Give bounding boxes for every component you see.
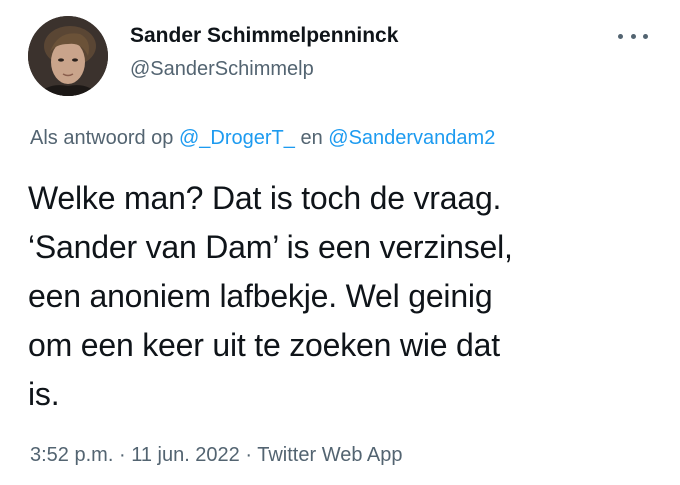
tweet-text-line: een anoniem lafbekje. Wel geinig bbox=[28, 278, 493, 314]
author-name[interactable]: Sander Schimmelpenninck bbox=[130, 24, 398, 48]
reply-conjunction: en bbox=[300, 127, 323, 149]
tweet-date[interactable]: 11 jun. 2022 bbox=[131, 444, 240, 466]
meta-separator: · bbox=[245, 444, 253, 466]
tweet-card: Sander Schimmelpenninck @SanderSchimmelp… bbox=[0, 0, 680, 485]
avatar-photo bbox=[28, 16, 108, 96]
tweet-text-line: Welke man? Dat is toch de vraag. bbox=[28, 180, 502, 216]
more-options-button[interactable] bbox=[618, 26, 648, 46]
author-handle[interactable]: @SanderSchimmelp bbox=[130, 58, 314, 81]
avatar[interactable] bbox=[28, 16, 108, 96]
more-horizontal-icon bbox=[618, 33, 623, 39]
tweet-text-line: ‘Sander van Dam’ is een verzinsel, bbox=[28, 229, 513, 265]
tweet-time[interactable]: 3:52 p.m. bbox=[30, 444, 113, 466]
tweet-text-line: is. bbox=[28, 376, 60, 412]
tweet-source-app[interactable]: Twitter Web App bbox=[257, 444, 402, 466]
mention-link[interactable]: @Sandervandam2 bbox=[328, 127, 495, 149]
more-horizontal-icon bbox=[630, 33, 636, 39]
tweet-text: Welke man? Dat is toch de vraag. ‘Sander… bbox=[28, 174, 658, 419]
tweet-text-line: om een keer uit te zoeken wie dat bbox=[28, 327, 500, 363]
reply-prefix: Als antwoord op bbox=[30, 127, 174, 149]
tweet-metadata: 3:52 p.m. · 11 jun. 2022 · Twitter Web A… bbox=[30, 444, 403, 467]
more-horizontal-icon bbox=[643, 33, 648, 39]
reply-context: Als antwoord op @_DrogerT_ en @Sandervan… bbox=[30, 127, 495, 150]
mention-link[interactable]: @_DrogerT_ bbox=[179, 127, 295, 149]
meta-separator: · bbox=[118, 444, 126, 466]
